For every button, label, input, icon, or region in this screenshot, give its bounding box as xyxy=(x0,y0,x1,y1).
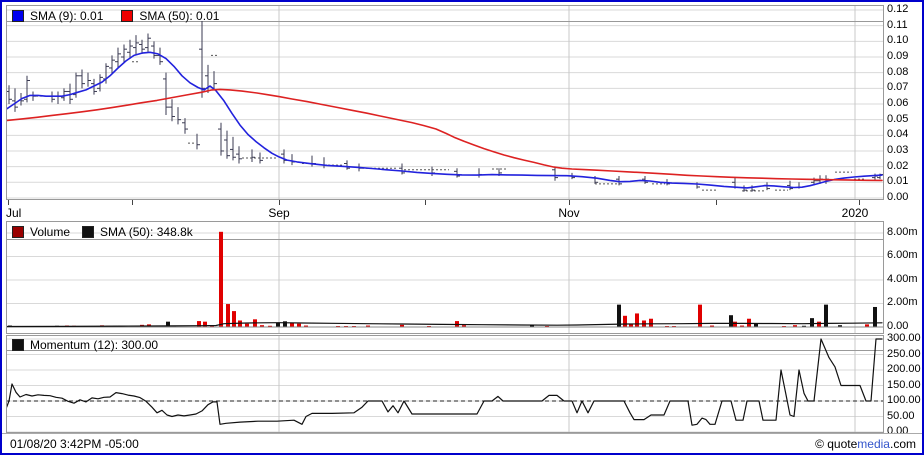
y-axis-tick-label: 50.00 xyxy=(887,409,915,422)
y-axis-tick-label: 0.09 xyxy=(887,50,909,62)
legend-item-volume-sma50: SMA (50): 348.8k xyxy=(82,225,193,239)
x-axis-label: Jul xyxy=(6,206,22,220)
x-axis-tick xyxy=(279,200,280,205)
y-axis-tick-label: 0.00 xyxy=(887,319,909,332)
price-chart xyxy=(6,5,884,200)
x-axis-label: 2020 xyxy=(841,206,869,220)
y-axis-tick-label: 6.00m xyxy=(887,249,918,262)
y-axis-tick-label: 2.00m xyxy=(887,296,918,309)
legend-item-momentum: Momentum (12): 300.00 xyxy=(12,338,158,352)
sma50-swatch-icon xyxy=(121,10,134,22)
credit-highlight: media xyxy=(857,437,890,451)
y-axis-tick-label: 0.07 xyxy=(887,81,909,94)
y-axis-tick-label: 150.00 xyxy=(887,378,921,391)
volume-label: Volume xyxy=(30,225,71,239)
y-axis-tick-label: 4.00m xyxy=(887,272,918,285)
quotemedia-credit-link[interactable]: © quotemedia.com xyxy=(815,437,916,451)
sma50-label: SMA (50): 0.01 xyxy=(139,9,220,23)
y-axis-tick-label: 0.01 xyxy=(887,175,909,188)
y-axis-tick-label: 0.02 xyxy=(887,159,909,172)
x-axis-tick xyxy=(8,200,9,205)
credit-prefix: © quote xyxy=(815,437,858,451)
y-axis-tick-label: 250.00 xyxy=(887,347,921,360)
x-axis-label: Nov xyxy=(558,206,580,220)
x-axis-tick xyxy=(425,200,426,205)
x-axis-label: Sep xyxy=(268,206,290,220)
x-axis: Jul Sep Nov 2020 xyxy=(6,200,884,221)
volume-legend: Volume SMA (50): 348.8k xyxy=(12,225,193,239)
legend-item-sma9: SMA (9): 0.01 xyxy=(12,9,103,23)
y-axis-tick-label: 0.04 xyxy=(887,128,909,141)
y-axis-tick-label: 0.12 xyxy=(887,3,909,15)
y-axis-tick-label: 0.06 xyxy=(887,96,909,109)
x-axis-tick xyxy=(569,200,570,205)
price-legend: SMA (9): 0.01 SMA (50): 0.01 xyxy=(12,9,219,23)
price-panel xyxy=(6,5,884,200)
legend-item-volume: Volume xyxy=(12,225,70,239)
y-axis-tick-label: 0.11 xyxy=(887,18,908,31)
volume-sma50-label: SMA (50): 348.8k xyxy=(100,225,193,239)
stock-chart-widget: SMA (9): 0.01 SMA (50): 0.01 Jul Sep Nov 20… xyxy=(0,0,924,455)
y-axis-tick-label: 300.00 xyxy=(887,331,921,344)
y-axis-tick-label: 0.10 xyxy=(887,34,909,47)
y-axis-tick-label: 0.00 xyxy=(887,190,909,203)
y-axis-tick-label: 0.03 xyxy=(887,143,909,156)
volume-sma50-swatch-icon xyxy=(82,226,95,238)
legend-item-sma50: SMA (50): 0.01 xyxy=(121,9,219,23)
y-axis-tick-label: 0.05 xyxy=(887,112,909,125)
x-axis-tick xyxy=(132,200,133,205)
x-axis-tick xyxy=(716,200,717,205)
sma9-swatch-icon xyxy=(12,10,24,22)
x-axis-tick xyxy=(859,200,860,205)
sma9-label: SMA (9): 0.01 xyxy=(30,9,104,23)
y-axis-tick-label: 100.00 xyxy=(887,394,921,406)
volume-swatch-icon xyxy=(12,226,24,238)
y-axis-tick-label: 0.08 xyxy=(887,65,909,78)
y-axis-tick-label: 8.00m xyxy=(887,225,918,238)
momentum-swatch-icon xyxy=(12,339,24,351)
credit-suffix: .com xyxy=(889,437,916,451)
y-axis-tick-label: 200.00 xyxy=(887,363,921,375)
momentum-label: Momentum (12): 300.00 xyxy=(30,338,159,352)
momentum-legend: Momentum (12): 300.00 xyxy=(12,338,158,352)
footer-bar: 01/08/20 3:42PM -05:00 © quotemedia.com xyxy=(2,433,922,453)
quote-timestamp: 01/08/20 3:42PM -05:00 xyxy=(10,437,139,451)
